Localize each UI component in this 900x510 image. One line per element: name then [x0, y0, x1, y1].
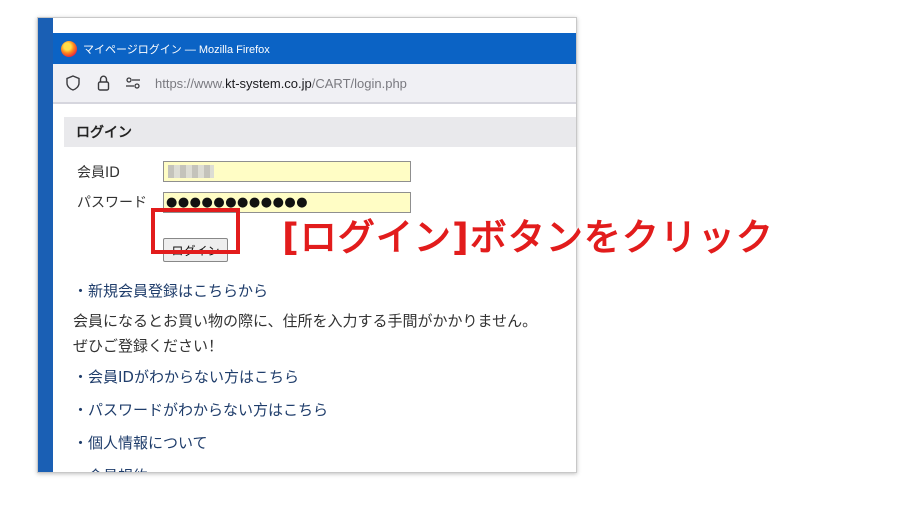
- register-note-line1: 会員になるとお買い物の際に、住所を入力する手間がかかりません。: [73, 312, 538, 330]
- redacted-value: [168, 165, 214, 178]
- page-content: ログイン 会員ID パスワード ●●●●●●●●●●●● ログイン ・新規会員登…: [53, 104, 576, 472]
- privacy-link[interactable]: ・個人情報について: [73, 432, 208, 453]
- lock-icon[interactable]: [95, 74, 111, 92]
- highlight-box: [151, 208, 240, 254]
- titlebar: マイページログイン — Mozilla Firefox: [53, 33, 576, 64]
- url-host: kt-system.co.jp: [225, 75, 312, 91]
- member-id-label: 会員ID: [77, 165, 120, 181]
- permissions-icon[interactable]: [125, 74, 141, 92]
- url-path: /CART/login.php: [311, 75, 407, 91]
- forgot-password-link[interactable]: ・パスワードがわからない方はこちら: [73, 399, 328, 420]
- address-bar[interactable]: https://www.kt-system.co.jp/CART/login.p…: [53, 64, 576, 104]
- url-text[interactable]: https://www.kt-system.co.jp/CART/login.p…: [155, 76, 407, 91]
- window-title: マイページログイン — Mozilla Firefox: [83, 43, 270, 56]
- url-prefix: https://www.: [155, 75, 226, 91]
- password-label: パスワード: [77, 195, 147, 211]
- register-note-line2: ぜひご登録ください！: [73, 337, 224, 355]
- annotation-text: [ログイン]ボタンをクリック: [282, 216, 774, 259]
- titlebar-top-strip: [53, 18, 576, 33]
- firefox-logo-icon: [61, 40, 77, 57]
- forgot-id-link[interactable]: ・会員IDがわからない方はこちら: [73, 366, 299, 387]
- member-id-input[interactable]: [163, 161, 411, 182]
- shield-icon[interactable]: [65, 74, 81, 92]
- page-title: ログイン: [64, 117, 576, 147]
- terms-link[interactable]: ・会員規約: [73, 465, 148, 472]
- register-link[interactable]: ・新規会員登録はこちらから: [73, 280, 268, 301]
